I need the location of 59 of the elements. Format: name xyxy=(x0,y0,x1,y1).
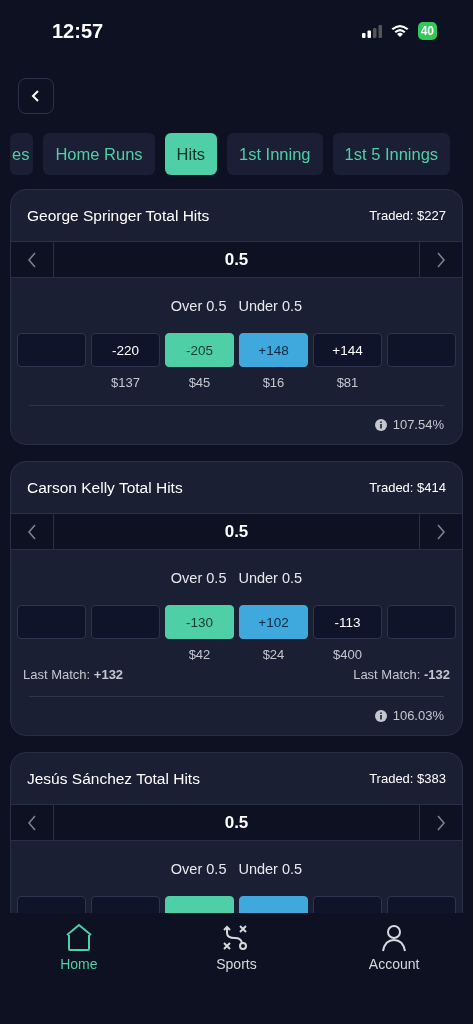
stake-amount: $400 xyxy=(333,647,362,663)
nav-item[interactable]: Account xyxy=(368,923,420,981)
stake-amount: $81 xyxy=(336,375,359,391)
odds-button[interactable] xyxy=(17,605,86,639)
category-tab[interactable]: Home Runs xyxy=(43,133,155,175)
chevron-right-icon xyxy=(436,814,446,831)
traded-amount: Traded: $383 xyxy=(369,771,446,786)
line-value: 0.5 xyxy=(53,805,420,840)
category-tab[interactable]: 1st Inning xyxy=(227,133,323,175)
line-value: 0.5 xyxy=(53,514,420,549)
market-title: Carson Kelly Total Hits xyxy=(27,478,183,497)
market-margin: 106.03% xyxy=(392,708,444,723)
market-title: Jesús Sánchez Total Hits xyxy=(27,769,200,788)
odds-button[interactable]: +148 xyxy=(239,333,308,367)
last-match: Last Match: +132 xyxy=(23,667,124,682)
battery-indicator: 40 xyxy=(417,22,437,40)
stake-amount: $45 xyxy=(188,375,211,391)
category-tab[interactable]: es xyxy=(10,133,34,175)
odds-button[interactable] xyxy=(387,333,456,367)
odds-button[interactable] xyxy=(91,605,160,639)
odds-button[interactable] xyxy=(387,605,456,639)
info-icon[interactable] xyxy=(374,418,387,431)
market-margin: 107.54% xyxy=(392,417,444,432)
over-label: Over 0.5 xyxy=(170,861,227,877)
odds-button[interactable] xyxy=(17,333,86,367)
category-tab[interactable]: 1st 5 Innings xyxy=(332,133,451,175)
nav-item[interactable]: Sports xyxy=(216,923,257,981)
chevron-left-icon xyxy=(27,251,37,268)
odds-button[interactable]: +144 xyxy=(313,333,382,367)
odds-button[interactable]: -130 xyxy=(165,605,234,639)
odds-button[interactable]: -205 xyxy=(165,333,234,367)
under-label: Under 0.5 xyxy=(238,861,303,877)
back-button[interactable] xyxy=(18,78,54,114)
stake-amount: $24 xyxy=(262,647,285,663)
odds-button[interactable]: -113 xyxy=(313,605,382,639)
over-label: Over 0.5 xyxy=(170,570,227,586)
chevron-left-icon xyxy=(27,814,37,831)
last-match: Last Match: -132 xyxy=(353,667,450,682)
line-value: 0.5 xyxy=(53,242,420,277)
traded-amount: Traded: $414 xyxy=(369,480,446,495)
under-label: Under 0.5 xyxy=(238,570,303,586)
over-label: Over 0.5 xyxy=(170,298,227,314)
signal-icon xyxy=(361,24,382,38)
stake-amount: $16 xyxy=(262,375,285,391)
chevron-right-icon xyxy=(436,251,446,268)
chevron-right-icon xyxy=(436,523,446,540)
odds-button[interactable]: +102 xyxy=(239,605,308,639)
traded-amount: Traded: $227 xyxy=(369,208,446,223)
market-title: George Springer Total Hits xyxy=(27,206,210,225)
info-icon[interactable] xyxy=(374,709,387,722)
nav-item[interactable]: Home xyxy=(60,923,98,981)
chevron-left-icon xyxy=(27,523,37,540)
clock: 12:57 xyxy=(52,19,104,43)
category-tab[interactable]: Hits xyxy=(164,133,217,175)
under-label: Under 0.5 xyxy=(238,298,303,314)
stake-amount: $137 xyxy=(111,375,140,391)
stake-amount: $42 xyxy=(188,647,211,663)
wifi-icon xyxy=(389,24,410,38)
odds-button[interactable]: -220 xyxy=(91,333,160,367)
